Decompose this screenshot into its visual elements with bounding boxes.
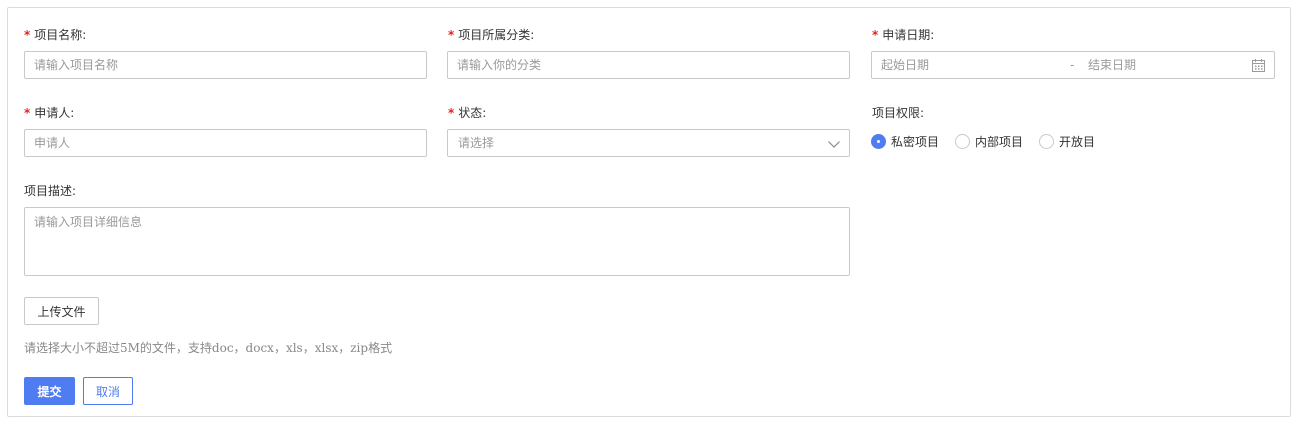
applicant-input[interactable] bbox=[24, 129, 427, 157]
project-category-label: * 项目所属分类: bbox=[448, 28, 535, 42]
project-name-label: * 项目名称: bbox=[24, 28, 87, 42]
chevron-down-icon bbox=[828, 141, 840, 148]
project-category-input[interactable] bbox=[447, 51, 850, 79]
apply-date-range[interactable]: 起始日期 - 结束日期 bbox=[871, 51, 1275, 79]
required-mark: * bbox=[24, 106, 31, 120]
radio-open-project[interactable]: 开放目 bbox=[1039, 134, 1095, 149]
date-separator: - bbox=[1070, 58, 1075, 72]
required-mark: * bbox=[448, 106, 455, 120]
permission-label: 项目权限: bbox=[872, 106, 925, 120]
form-card: *项目名称: *项目所属分类: *申请日期: 起始日期 - 结束日期 *申请人:… bbox=[7, 7, 1291, 417]
upload-hint: 请选择大小不超过5M的文件，支持doc，docx，xls，xlsx，zip格式 bbox=[24, 341, 393, 355]
radio-private-project[interactable]: 私密项目 bbox=[871, 134, 939, 149]
submit-button[interactable]: 提交 bbox=[24, 377, 75, 405]
radio-checked-icon[interactable] bbox=[871, 134, 886, 149]
upload-file-button[interactable]: 上传文件 bbox=[24, 297, 99, 325]
status-select[interactable]: 请选择 bbox=[447, 129, 850, 157]
applicant-label: * 申请人: bbox=[24, 106, 75, 120]
required-mark: * bbox=[24, 28, 31, 42]
apply-date-label: * 申请日期: bbox=[872, 28, 935, 42]
required-mark: * bbox=[448, 28, 455, 42]
radio-unchecked-icon[interactable] bbox=[1039, 134, 1054, 149]
calendar-icon[interactable] bbox=[1252, 59, 1265, 72]
cancel-button[interactable]: 取消 bbox=[83, 377, 133, 405]
start-date-placeholder[interactable]: 起始日期 bbox=[881, 58, 929, 72]
status-select-placeholder: 请选择 bbox=[458, 136, 495, 150]
radio-unchecked-icon[interactable] bbox=[955, 134, 970, 149]
radio-internal-project[interactable]: 内部项目 bbox=[955, 134, 1023, 149]
end-date-placeholder[interactable]: 结束日期 bbox=[1088, 58, 1136, 72]
description-label: 项目描述: bbox=[24, 184, 77, 198]
status-label: * 状态: bbox=[448, 106, 487, 120]
description-textarea[interactable] bbox=[24, 207, 850, 276]
project-name-input[interactable] bbox=[24, 51, 427, 79]
required-mark: * bbox=[872, 28, 879, 42]
